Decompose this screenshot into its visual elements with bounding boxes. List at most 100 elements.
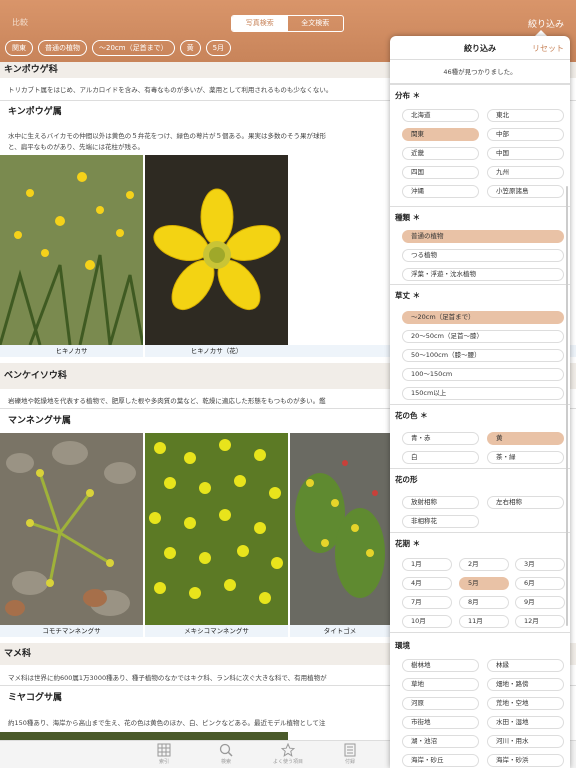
- filter-button[interactable]: 絞り込み: [528, 17, 564, 30]
- section-label: 分布 ＊: [395, 91, 421, 100]
- option-yellow[interactable]: 黄: [487, 432, 564, 445]
- option-okinawa[interactable]: 沖縄: [402, 185, 479, 198]
- option-month-11[interactable]: 11月: [459, 615, 509, 628]
- tab-favorites[interactable]: よく使う項目: [268, 743, 308, 765]
- option-brown-green[interactable]: 茶・緑: [487, 451, 564, 464]
- option-month-10[interactable]: 10月: [402, 615, 452, 628]
- filter-chip[interactable]: 関東: [5, 40, 33, 56]
- option-kanto[interactable]: 関東: [402, 128, 479, 141]
- option-lake-pond[interactable]: 湖・池沼: [402, 735, 479, 748]
- plant-photo: [0, 155, 143, 345]
- section-label: 種類 ＊: [395, 213, 421, 222]
- photo-thumbnail[interactable]: [0, 155, 143, 345]
- option-ordinary-plant[interactable]: 普通の植物: [402, 230, 564, 243]
- option-height-100[interactable]: 50〜100cm（膝〜腰）: [402, 349, 564, 362]
- option-forest[interactable]: 樹林地: [402, 659, 479, 672]
- option-height-150[interactable]: 100〜150cm: [402, 368, 564, 381]
- option-white[interactable]: 白: [402, 451, 479, 464]
- option-river-canal[interactable]: 河川・用水: [487, 735, 564, 748]
- option-month-8[interactable]: 8月: [459, 596, 509, 609]
- plant-photo: [0, 433, 143, 625]
- option-kyushu[interactable]: 九州: [487, 166, 564, 179]
- result-count: 46種が見つかりました。: [390, 60, 570, 84]
- option-hokkaido[interactable]: 北海道: [402, 109, 479, 122]
- search-icon: [219, 743, 233, 757]
- photo-thumbnail[interactable]: [0, 433, 143, 625]
- section-height: 草丈 ＊ 〜20cm（足首まで） 20〜50cm（足首〜膝） 50〜100cm（…: [390, 284, 570, 404]
- section-environment: 環境 樹林地 林縁 草地 畑地・路傍 河原 荒地・空地 市街地 水田・湿地 湖・…: [390, 632, 570, 768]
- plant-photo: [145, 155, 288, 345]
- option-urban[interactable]: 市街地: [402, 716, 479, 729]
- section-flower-color: 花の色 ＊ 青・赤 黄 白 茶・緑: [390, 404, 570, 468]
- photo-caption: メキシコマンネングサ: [145, 625, 288, 637]
- option-tohoku[interactable]: 東北: [487, 109, 564, 122]
- option-paddy-wetland[interactable]: 水田・湿地: [487, 716, 564, 729]
- book-icon: [344, 743, 356, 757]
- option-month-1[interactable]: 1月: [402, 558, 452, 571]
- option-radial[interactable]: 放射相称: [402, 496, 479, 509]
- popover-scrollbar[interactable]: [566, 186, 568, 626]
- option-vine[interactable]: つる植物: [402, 249, 564, 262]
- grid-icon: [157, 743, 171, 757]
- tab-label: 索引: [158, 759, 169, 765]
- option-month-4[interactable]: 4月: [402, 577, 452, 590]
- option-chubu[interactable]: 中部: [487, 128, 564, 141]
- option-blue-red[interactable]: 青・赤: [402, 432, 479, 445]
- filter-popover: 絞り込み リセット 46種が見つかりました。 分布 ＊ 北海道 東北 関東 中部…: [390, 36, 570, 768]
- active-filter-chips: 関東 普通の植物 〜20cm（足首まで） 黄 5月: [5, 40, 232, 56]
- option-riverbed[interactable]: 河原: [402, 697, 479, 710]
- option-shikoku[interactable]: 四国: [402, 166, 479, 179]
- option-month-9[interactable]: 9月: [515, 596, 565, 609]
- search-mode-segmented-control[interactable]: 写真検索 全文検索: [231, 15, 344, 32]
- option-asymmetric[interactable]: 非相称花: [402, 515, 479, 528]
- plant-photo: [145, 433, 288, 625]
- section-flowering-period: 花期 ＊ 1月 2月 3月 4月 5月 6月 7月 8月 9月 10月 11月 …: [390, 532, 570, 632]
- section-label: 花期 ＊: [395, 539, 421, 548]
- option-height-over150[interactable]: 150cm以上: [402, 387, 564, 400]
- option-grassland[interactable]: 草地: [402, 678, 479, 691]
- option-ogasawara[interactable]: 小笠原諸島: [487, 185, 564, 198]
- tab-index[interactable]: 索引: [144, 743, 184, 765]
- option-month-6[interactable]: 6月: [515, 577, 565, 590]
- option-coast-beach[interactable]: 海岸・砂浜: [487, 754, 564, 767]
- photo-caption: コモチマンネングサ: [0, 625, 143, 637]
- option-forest-edge[interactable]: 林縁: [487, 659, 564, 672]
- option-coast-dune[interactable]: 海岸・砂丘: [402, 754, 479, 767]
- photo-thumbnail[interactable]: [290, 433, 390, 625]
- option-height-50[interactable]: 20〜50cm（足首〜膝）: [402, 330, 564, 343]
- filter-chip[interactable]: 5月: [205, 40, 232, 56]
- option-kinki[interactable]: 近畿: [402, 147, 479, 160]
- option-field-roadside[interactable]: 畑地・路傍: [487, 678, 564, 691]
- option-height-20[interactable]: 〜20cm（足首まで）: [402, 311, 564, 324]
- option-month-3[interactable]: 3月: [515, 558, 565, 571]
- option-month-5[interactable]: 5月: [459, 577, 509, 590]
- compare-button[interactable]: 比較: [12, 17, 28, 28]
- section-distribution: 分布 ＊ 北海道 東北 関東 中部 近畿 中国 四国 九州 沖縄 小笠原諸島: [390, 84, 570, 206]
- photo-thumbnail[interactable]: [145, 155, 288, 345]
- filter-chip[interactable]: 普通の植物: [38, 40, 87, 56]
- option-month-12[interactable]: 12月: [515, 615, 565, 628]
- plant-photo: [290, 433, 390, 625]
- option-chugoku[interactable]: 中国: [487, 147, 564, 160]
- tab-label: よく使う項目: [272, 759, 303, 765]
- photo-caption: タイトゴメ: [290, 625, 390, 637]
- segment-photo-search[interactable]: 写真検索: [232, 16, 288, 31]
- photo-caption: ヒキノカサ（花）: [145, 345, 288, 357]
- option-month-7[interactable]: 7月: [402, 596, 452, 609]
- tab-search[interactable]: 検索: [206, 743, 246, 765]
- option-bilateral[interactable]: 左右相称: [487, 496, 564, 509]
- filter-chip[interactable]: 黄: [179, 40, 201, 56]
- filter-chip[interactable]: 〜20cm（足首まで）: [92, 40, 175, 56]
- section-label: 花の色 ＊: [395, 411, 428, 420]
- option-wasteland[interactable]: 荒地・空地: [487, 697, 564, 710]
- tab-appendix[interactable]: 付録: [330, 743, 370, 765]
- option-month-2[interactable]: 2月: [459, 558, 509, 571]
- section-label: 花の形: [395, 475, 418, 484]
- segment-fulltext-search[interactable]: 全文検索: [288, 16, 344, 31]
- option-aquatic[interactable]: 浮葉・浮遊・沈水植物: [402, 268, 564, 281]
- section-label: 草丈 ＊: [395, 291, 421, 300]
- popover-header: 絞り込み リセット: [390, 36, 570, 60]
- section-type: 種類 ＊ 普通の植物 つる植物 浮葉・浮遊・沈水植物: [390, 206, 570, 284]
- reset-button[interactable]: リセット: [532, 43, 564, 54]
- photo-thumbnail[interactable]: [145, 433, 288, 625]
